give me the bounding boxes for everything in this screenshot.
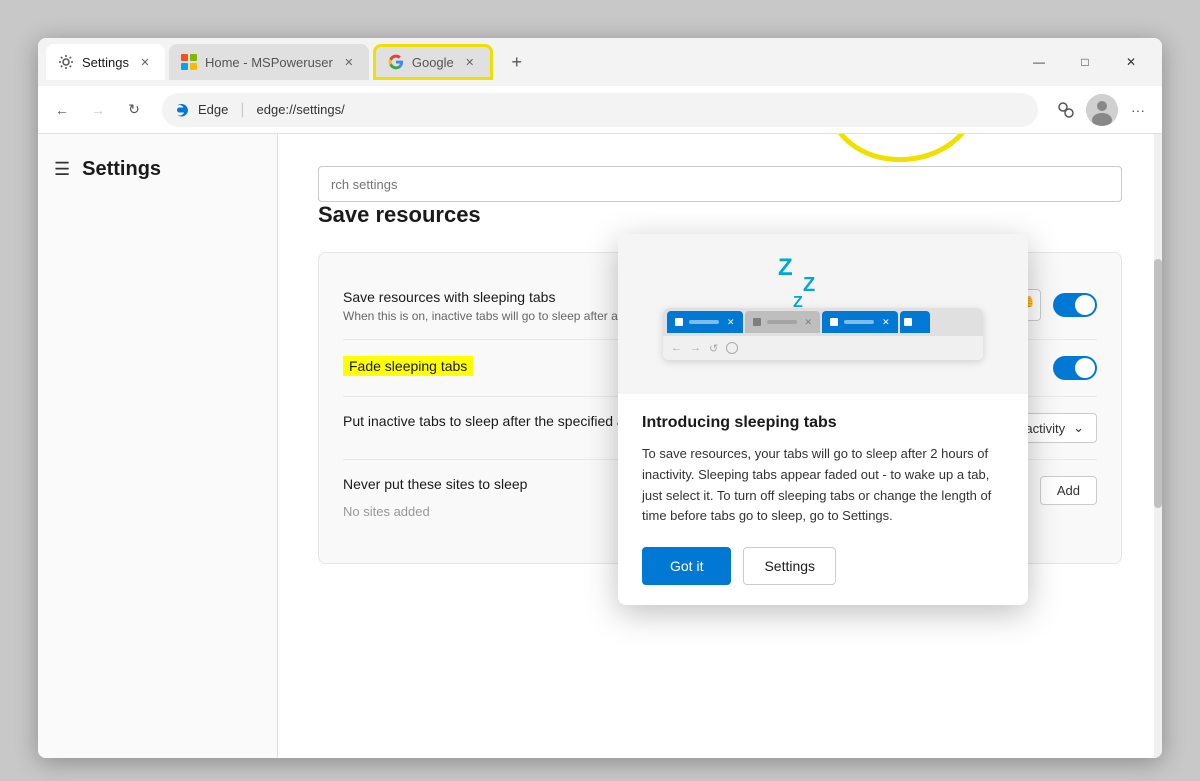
- chevron-down-icon: ⌄: [1073, 420, 1084, 436]
- mini-tab-4: [900, 311, 930, 333]
- z-letter-1: Z: [778, 254, 793, 282]
- mini-tab-dot-2: [753, 318, 761, 326]
- sidebar-header: ☰ Settings: [38, 150, 277, 189]
- mini-tabs: ✕ ✕ ✕: [663, 308, 983, 336]
- google-tab-close[interactable]: ✕: [462, 54, 478, 70]
- mini-tab-dot-1: [675, 318, 683, 326]
- edge-favicon: [174, 102, 190, 118]
- mini-tab-dot-4: [904, 318, 912, 326]
- mini-tab-dot-3: [830, 318, 838, 326]
- mspoweruser-tab-icon: [181, 54, 197, 70]
- search-input[interactable]: [318, 166, 1122, 202]
- tab-google[interactable]: Google ✕: [373, 44, 493, 80]
- google-tab-label: Google: [412, 55, 454, 70]
- sidebar: ☰ Settings: [38, 134, 278, 758]
- popup-actions: Got it Settings: [642, 547, 1004, 585]
- section-title: Save resources: [318, 202, 1122, 228]
- settings-tab-icon: [58, 54, 74, 70]
- more-options-button[interactable]: ···: [1122, 94, 1154, 126]
- fade-sleeping-label: Fade sleeping tabs: [343, 356, 473, 376]
- mini-nav-search: [726, 342, 738, 354]
- hamburger-menu[interactable]: ☰: [54, 159, 70, 180]
- mspoweruser-tab-label: Home - MSPoweruser: [205, 55, 333, 70]
- mini-tab-3: ✕: [822, 311, 898, 333]
- scrollbar-track: [1154, 134, 1162, 758]
- browser-window: Settings ✕ Home - MSPoweruser ✕: [38, 38, 1162, 758]
- mini-tab-line-3: [844, 320, 874, 324]
- settings-button[interactable]: Settings: [743, 547, 836, 585]
- main-content: ☰ Settings Save resources Save resources…: [38, 134, 1162, 758]
- nav-right-controls: ···: [1050, 94, 1154, 126]
- address-bar[interactable]: Edge | edge://settings/: [162, 93, 1038, 127]
- settings-tab-label: Settings: [82, 55, 129, 70]
- minimize-button[interactable]: —: [1016, 46, 1062, 78]
- refresh-button[interactable]: ↻: [118, 94, 150, 126]
- tab-settings[interactable]: Settings ✕: [46, 44, 165, 80]
- close-button[interactable]: ✕: [1108, 46, 1154, 78]
- popup-description: To save resources, your tabs will go to …: [642, 444, 1004, 527]
- mini-tab-2: ✕: [745, 311, 821, 333]
- sidebar-title: Settings: [82, 158, 161, 181]
- google-tab-icon: [388, 54, 404, 70]
- settings-tab-close[interactable]: ✕: [137, 54, 153, 70]
- mspoweruser-tab-close[interactable]: ✕: [341, 54, 357, 70]
- collections-button[interactable]: [1050, 94, 1082, 126]
- never-sleep-controls: Add: [1040, 476, 1097, 505]
- save-resources-toggle[interactable]: [1053, 293, 1097, 317]
- content-area: Save resources Save resources with sleep…: [278, 134, 1162, 758]
- address-text: edge://settings/: [257, 102, 345, 117]
- mini-tab-line-2: [767, 320, 797, 324]
- popup-content: Introducing sleeping tabs To save resour…: [618, 394, 1028, 605]
- forward-button[interactable]: →: [82, 94, 114, 126]
- popup-illustration: Z Z Z ✕: [618, 234, 1028, 394]
- tab-mspoweruser[interactable]: Home - MSPoweruser ✕: [169, 44, 369, 80]
- z-letter-3: Z: [793, 294, 803, 312]
- edge-label: Edge: [198, 102, 228, 117]
- scrollbar-thumb[interactable]: [1154, 259, 1162, 509]
- address-separator: |: [240, 101, 244, 119]
- back-button[interactable]: ←: [46, 94, 78, 126]
- mini-browser: ✕ ✕ ✕: [663, 308, 983, 360]
- mini-nav: ← → ↺: [663, 336, 983, 360]
- maximize-button[interactable]: □: [1062, 46, 1108, 78]
- got-it-button[interactable]: Got it: [642, 547, 731, 585]
- mini-tab-1: ✕: [667, 311, 743, 333]
- yellow-circle-annotation: [823, 134, 983, 168]
- z-letter-2: Z: [803, 274, 815, 297]
- mini-tab-line-1: [689, 320, 719, 324]
- sleeping-tabs-popup: ✕ Z Z Z ✕: [618, 234, 1028, 605]
- popup-title: Introducing sleeping tabs: [642, 414, 1004, 432]
- new-tab-button[interactable]: +: [501, 46, 533, 78]
- window-controls: — □ ✕: [1016, 46, 1154, 78]
- fade-sleeping-controls: [1053, 356, 1097, 380]
- nav-bar: ← → ↻ Edge | edge://settings/: [38, 86, 1162, 134]
- fade-sleeping-toggle[interactable]: [1053, 356, 1097, 380]
- profile-button[interactable]: [1086, 94, 1118, 126]
- add-site-button[interactable]: Add: [1040, 476, 1097, 505]
- title-bar: Settings ✕ Home - MSPoweruser ✕: [38, 38, 1162, 86]
